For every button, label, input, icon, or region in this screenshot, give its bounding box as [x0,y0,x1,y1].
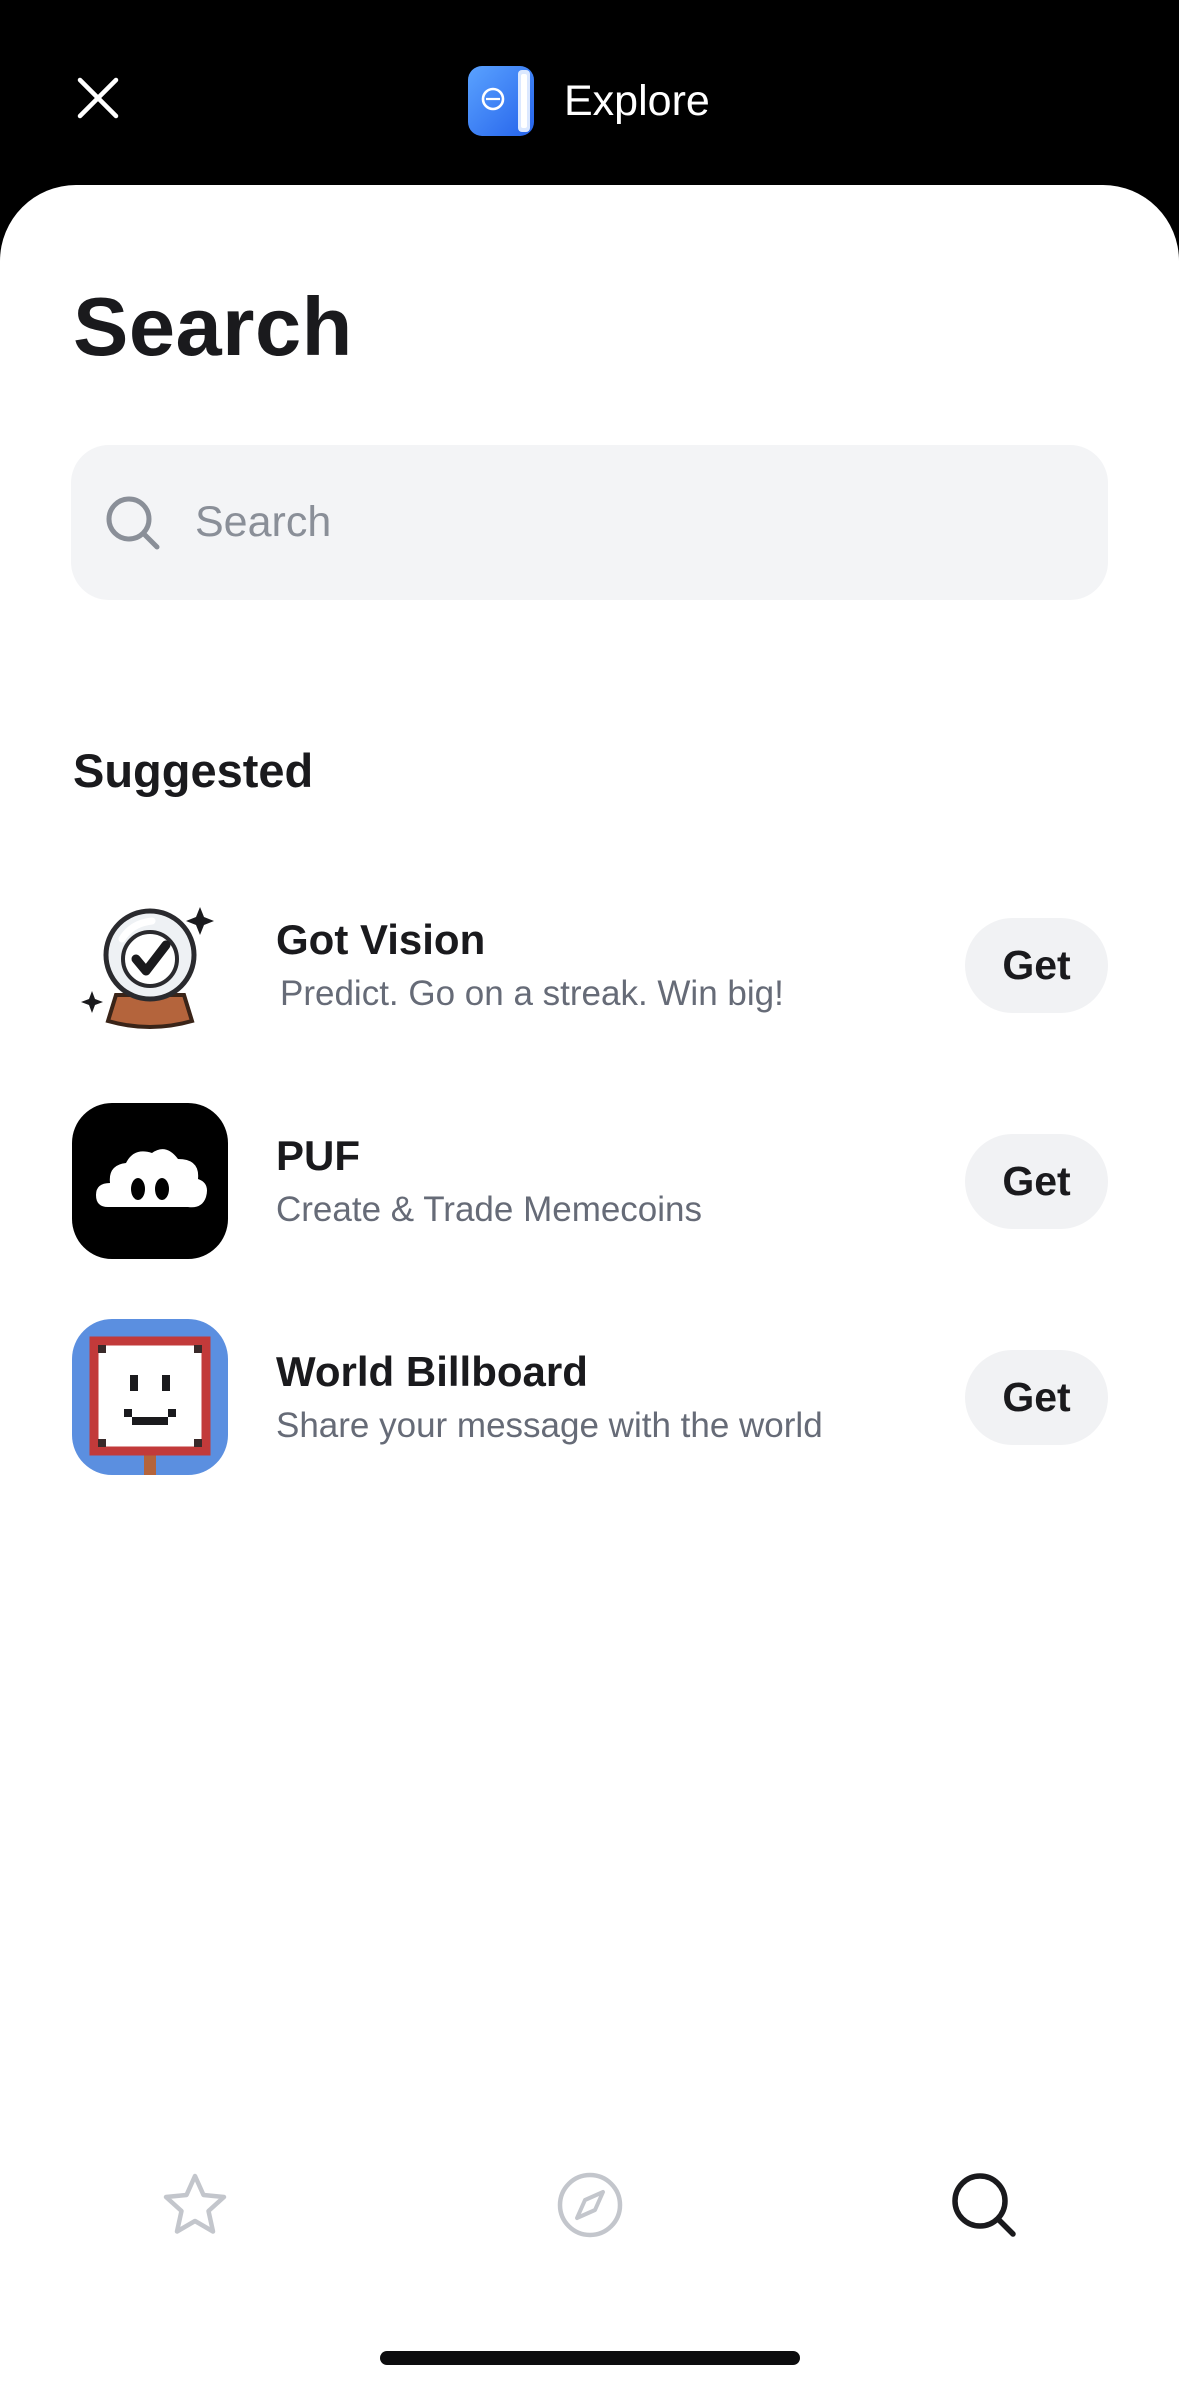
app-text: PUF Create & Trade Memecoins [276,1102,702,1260]
get-button[interactable]: Get [965,918,1108,1013]
app-text: Got Vision Predict. Go on a streak. Win … [276,886,784,1044]
header-title: Explore [564,76,710,125]
tab-favorites[interactable] [150,2160,240,2250]
app-text: World Billboard Share your message with … [276,1318,823,1476]
puf-cloud-icon [72,1103,228,1259]
suggested-section-title: Suggested [73,744,314,797]
search-icon [952,2173,1016,2237]
search-icon [93,483,173,563]
star-icon [163,2173,227,2234]
app-name: World Billboard [276,1348,588,1395]
get-button[interactable]: Get [965,1350,1108,1445]
content-sheet: Search Suggested Got Vision Pred [0,185,1179,2396]
crystal-ball-check-icon [72,887,228,1043]
get-button[interactable]: Get [965,1134,1108,1229]
close-icon [77,77,119,119]
app-name: PUF [276,1132,360,1179]
list-item-world-billboard[interactable]: World Billboard Share your message with … [72,1318,1108,1476]
home-indicator [380,2351,800,2365]
tab-explore[interactable] [545,2160,635,2250]
app-description: Create & Trade Memecoins [276,1190,703,1229]
close-button[interactable] [66,66,130,130]
app-description: Share your message with the world [276,1406,823,1445]
header-title-group: Explore [466,64,710,138]
search-bar[interactable] [71,445,1108,600]
explore-app-logo [468,66,534,136]
search-input[interactable] [193,481,1077,564]
page-title: Search [73,280,353,373]
top-bar: Explore [0,0,1179,185]
list-item-puf[interactable]: PUF Create & Trade Memecoins Get [72,1102,1108,1260]
tab-search[interactable] [939,2160,1029,2250]
tab-bar [0,2160,1179,2270]
compass-icon [557,2172,623,2238]
list-item-got-vision[interactable]: Got Vision Predict. Go on a streak. Win … [72,886,1108,1044]
billboard-smiley-icon [72,1319,228,1475]
app-description: Predict. Go on a streak. Win big! [280,974,784,1013]
app-name: Got Vision [276,916,486,963]
